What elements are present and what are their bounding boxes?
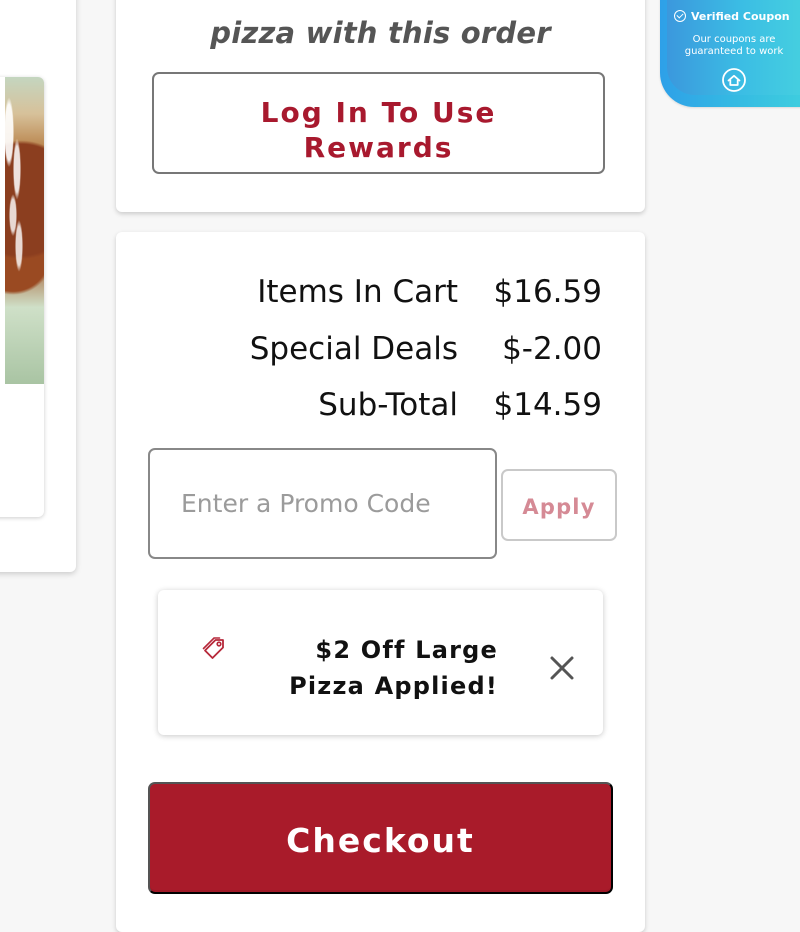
- subtotal-value: $14.59: [493, 387, 602, 423]
- food-image[interactable]: [5, 77, 44, 384]
- close-icon[interactable]: [546, 652, 578, 684]
- special-deals-value: $-2.00: [502, 331, 602, 367]
- items-in-cart-value: $16.59: [493, 274, 602, 310]
- check-circle-icon: [674, 10, 686, 22]
- verified-coupon-title-text: Verified Coupon: [691, 10, 790, 23]
- product-card[interactable]: [0, 77, 44, 517]
- tag-icon: [202, 637, 224, 659]
- applied-promo-message: $2 Off Large Pizza Applied!: [289, 636, 498, 700]
- checkout-button[interactable]: Checkout: [148, 782, 613, 894]
- login-rewards-button[interactable]: Log In To Use Rewards: [152, 72, 605, 174]
- promo-code-input[interactable]: [148, 448, 497, 559]
- home-icon: [722, 68, 746, 92]
- items-in-cart-label: Items In Cart: [257, 274, 458, 310]
- verified-coupon-title: Verified Coupon: [674, 8, 800, 25]
- verified-coupon-subtext: Our coupons are guaranteed to work: [684, 34, 784, 57]
- special-deals-label: Special Deals: [249, 331, 458, 367]
- rewards-heading: pizza with this order: [210, 16, 551, 50]
- subtotal-label: Sub-Total: [318, 387, 458, 423]
- apply-promo-button[interactable]: Apply: [501, 469, 617, 541]
